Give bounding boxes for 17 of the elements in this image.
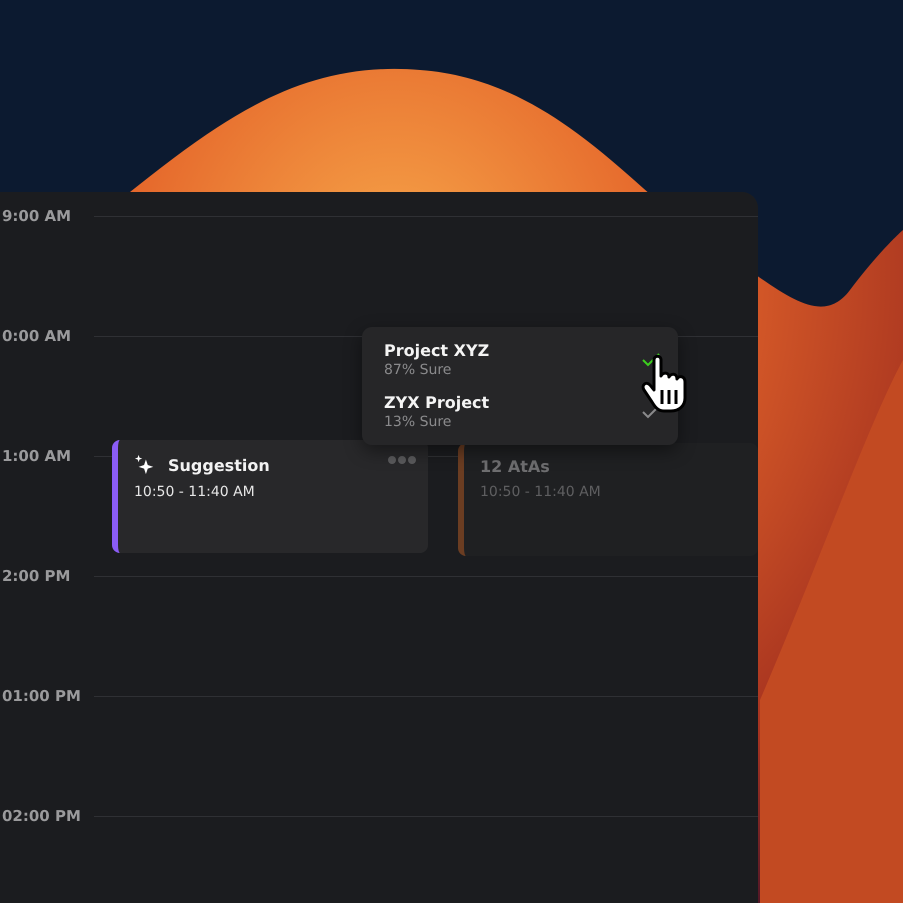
more-icon[interactable] xyxy=(388,456,416,464)
confidence-label: 13% Sure xyxy=(384,413,452,431)
sparkle-icon xyxy=(134,454,156,476)
hour-label: 2:00 PM xyxy=(1,566,72,586)
hour-label: 9:00 AM xyxy=(1,206,72,226)
event-time: 10:50 - 11:40 AM xyxy=(134,484,256,500)
hour-label: 02:00 PM xyxy=(1,806,82,826)
project-name: Project XYZ xyxy=(384,341,490,361)
event-time: 10:50 - 11:40 AM xyxy=(480,484,602,500)
event-title: Suggestion xyxy=(168,456,270,474)
project-name: ZYX Project xyxy=(384,393,490,413)
hour-label: 0:00 AM xyxy=(1,326,72,346)
event-card[interactable]: Suggestion 10:50 - 11:40 AM xyxy=(112,440,428,553)
hour-label: 01:00 PM xyxy=(1,686,82,706)
event-title: 12 AtAs xyxy=(480,457,550,476)
hour-label: 1:00 AM xyxy=(1,446,72,466)
confidence-label: 87% Sure xyxy=(384,361,452,379)
